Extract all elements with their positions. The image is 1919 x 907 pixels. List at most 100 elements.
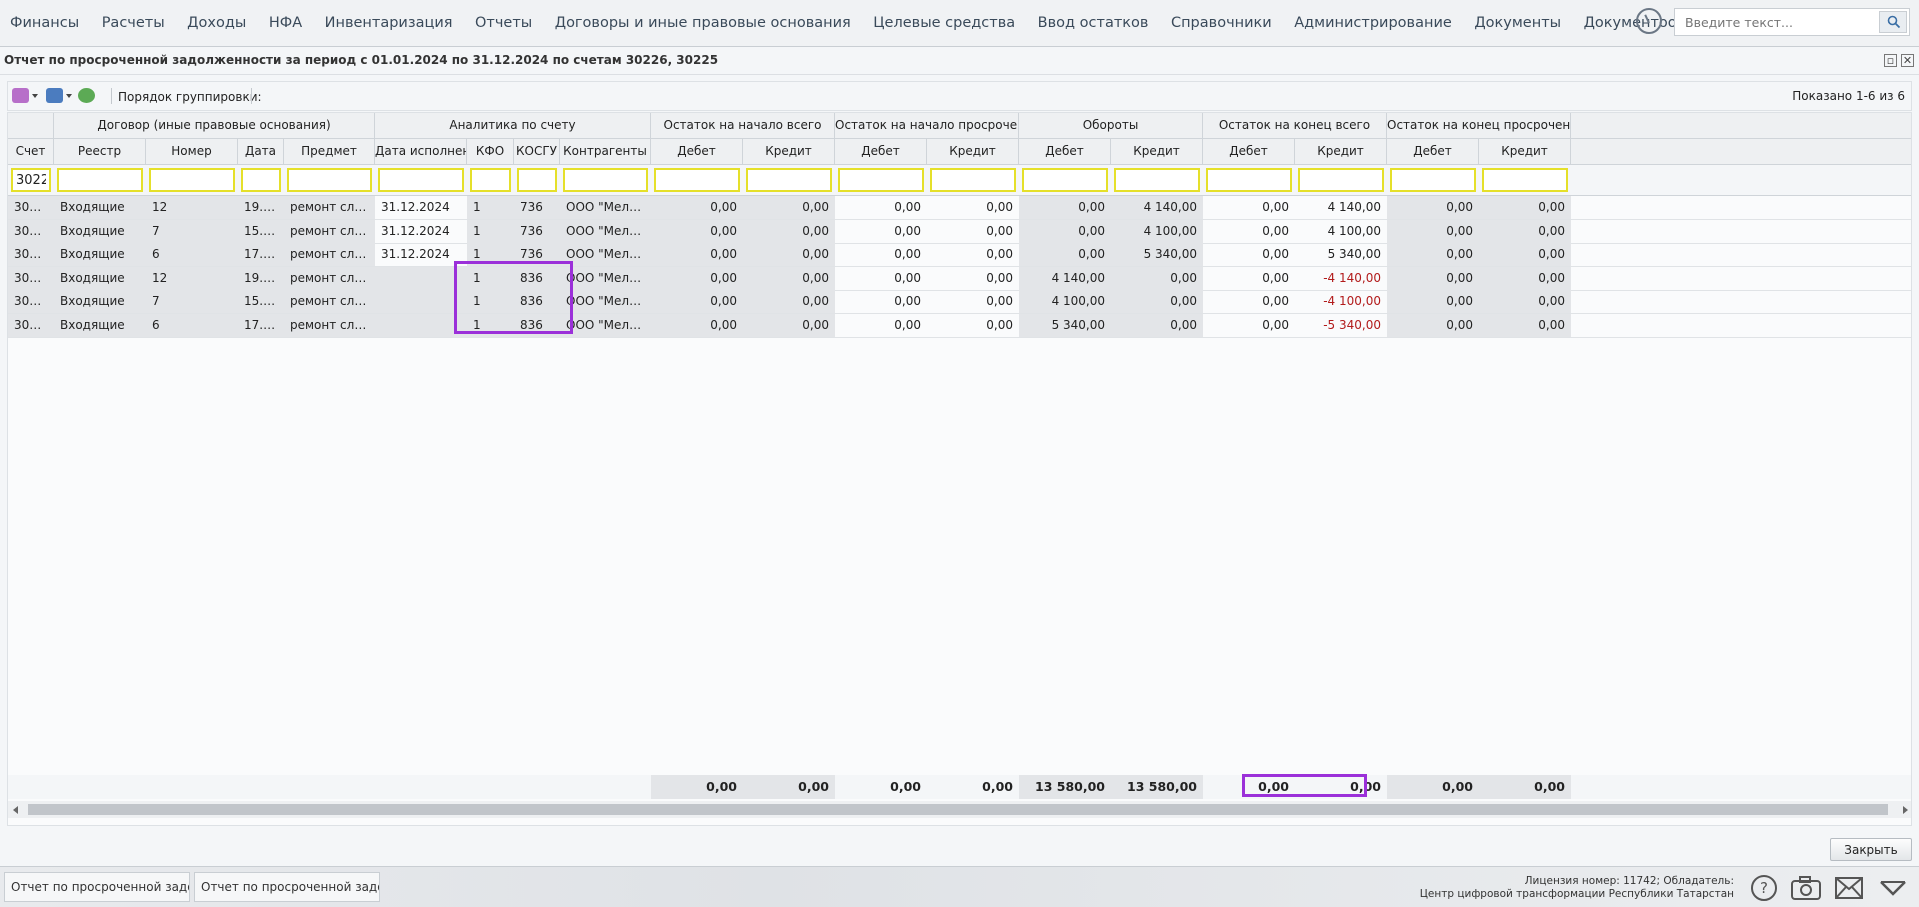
- column-filter-input[interactable]: [1390, 168, 1476, 192]
- column-header[interactable]: Дебет: [1387, 139, 1479, 164]
- column-header[interactable]: Предмет: [284, 139, 375, 164]
- column-header[interactable]: Реестр: [54, 139, 146, 164]
- total-cell: 13 580,00: [1111, 775, 1203, 799]
- menu-item[interactable]: Договоры и иные правовые основания: [555, 15, 851, 31]
- column-header[interactable]: Дебет: [1019, 139, 1111, 164]
- column-header[interactable]: Дата исполнения: [375, 139, 467, 164]
- filter-row: [8, 165, 1911, 196]
- column-filter-input[interactable]: [746, 168, 832, 192]
- search-button[interactable]: [1879, 11, 1907, 33]
- column-filter-input[interactable]: [470, 168, 511, 192]
- column-filter-input[interactable]: [838, 168, 924, 192]
- scrollbar-thumb[interactable]: [28, 804, 1888, 815]
- refresh-icon[interactable]: [78, 88, 95, 103]
- column-header[interactable]: Дата: [238, 139, 284, 164]
- menu-item[interactable]: НФА: [269, 15, 302, 31]
- menu-item[interactable]: Финансы: [10, 15, 79, 31]
- column-filter-input[interactable]: [1298, 168, 1384, 192]
- svg-text:?: ?: [1760, 879, 1768, 897]
- menu-item[interactable]: Инвентаризация: [325, 15, 453, 31]
- top-menu-bar: Финансы Расчеты Доходы НФА Инвентаризация Отч…: [0, 0, 1919, 47]
- horizontal-scrollbar[interactable]: [8, 801, 1911, 818]
- column-filter-input[interactable]: [1482, 168, 1568, 192]
- menu-item[interactable]: Целевые средства: [873, 15, 1015, 31]
- column-header[interactable]: КОСГУ: [514, 139, 560, 164]
- table-cell: 6: [146, 313, 238, 337]
- menu-item[interactable]: Администрирование: [1294, 15, 1452, 31]
- totals-row: 0,00 0,00 0,00 0,00 13 580,00 13 580,00 0,00 0,…: [8, 775, 1911, 799]
- column-header[interactable]: Дебет: [835, 139, 927, 164]
- table-cell: ООО "Мелиорат...: [560, 313, 651, 337]
- mail-icon[interactable]: [1834, 874, 1864, 902]
- table-cell: 0,00: [1111, 266, 1203, 290]
- column-filter-input[interactable]: [563, 168, 648, 192]
- column-filter-input[interactable]: [241, 168, 281, 192]
- restore-window-icon[interactable]: ▫: [1884, 54, 1897, 67]
- column-header[interactable]: Кредит: [1479, 139, 1571, 164]
- column-header[interactable]: КФО: [467, 139, 514, 164]
- column-header[interactable]: Дебет: [651, 139, 743, 164]
- table-cell: 0,00: [1387, 313, 1479, 337]
- column-filter-input[interactable]: [1022, 168, 1108, 192]
- menu-item[interactable]: Ввод остатков: [1038, 15, 1149, 31]
- table-cell: 0,00: [743, 219, 835, 243]
- table-cell: ООО "Мелиорат...: [560, 243, 651, 266]
- column-filter-input[interactable]: [1206, 168, 1292, 192]
- menu-item[interactable]: Справочники: [1171, 15, 1272, 31]
- column-filter-input[interactable]: [149, 168, 235, 192]
- column-filter-input[interactable]: [1114, 168, 1200, 192]
- header-group: Остаток на начало всего: [651, 113, 835, 138]
- menu-item[interactable]: Отчеты: [475, 15, 532, 31]
- column-header[interactable]: Кредит: [1111, 139, 1203, 164]
- chevron-down-icon[interactable]: [32, 94, 38, 98]
- column-filter-input[interactable]: [378, 168, 464, 192]
- settings-icon[interactable]: [12, 88, 29, 103]
- table-cell: 0,00: [651, 313, 743, 337]
- menu-item[interactable]: Доходы: [187, 15, 246, 31]
- clock-icon[interactable]: [1636, 8, 1662, 34]
- column-header[interactable]: Контрагенты: [560, 139, 651, 164]
- column-header[interactable]: Дебет: [1203, 139, 1295, 164]
- license-line: Лицензия номер: 11742; Обладатель:: [1524, 875, 1734, 887]
- menu-item[interactable]: Документы: [1474, 15, 1561, 31]
- chevron-down-icon[interactable]: [66, 94, 72, 98]
- task-tab[interactable]: Отчет по просроченной задо...: [4, 872, 190, 902]
- column-filter-input[interactable]: [287, 168, 372, 192]
- table-row[interactable]: 30225Входящие617.05....ремонт служеб...1…: [8, 313, 1911, 338]
- camera-icon[interactable]: [1790, 874, 1822, 902]
- close-window-icon[interactable]: ✕: [1901, 54, 1914, 67]
- table-cell: -5 340,00: [1323, 317, 1381, 332]
- search-input[interactable]: [1675, 9, 1895, 35]
- column-header[interactable]: Кредит: [927, 139, 1019, 164]
- column-header[interactable]: Кредит: [743, 139, 835, 164]
- main-menu: Финансы Расчеты Доходы НФА Инвентаризация Отч…: [10, 0, 1744, 46]
- table-cell: 0,00: [1387, 196, 1479, 219]
- table-row[interactable]: 30225Входящие1219.12....ремонт служеб...…: [8, 266, 1911, 291]
- grouping-order-label: Порядок группировки:: [118, 90, 262, 104]
- header-group: Остаток на конец всего: [1203, 113, 1387, 138]
- table-row[interactable]: 30225Входящие715.07....ремонт служеб... 3…: [8, 219, 1911, 244]
- task-tab[interactable]: Отчет по просроченной задо...: [194, 872, 380, 902]
- close-button[interactable]: Закрыть: [1830, 838, 1912, 861]
- print-icon[interactable]: [46, 88, 63, 103]
- column-filter-input[interactable]: [11, 168, 51, 192]
- collapse-down-icon[interactable]: [1878, 874, 1908, 902]
- table-cell: 17.05....: [238, 243, 284, 266]
- column-header[interactable]: Кредит: [1295, 139, 1387, 164]
- column-header[interactable]: Номер: [146, 139, 238, 164]
- menu-item[interactable]: Расчеты: [102, 15, 165, 31]
- column-filter-input[interactable]: [57, 168, 143, 192]
- table-row[interactable]: 30225Входящие715.07....ремонт служеб...1…: [8, 290, 1911, 314]
- table-cell: 5 340,00: [1019, 313, 1111, 337]
- table-cell: 17.05....: [238, 313, 284, 337]
- column-header[interactable]: Счет: [8, 139, 54, 164]
- scroll-left-icon[interactable]: [13, 806, 18, 814]
- table-row[interactable]: 30225Входящие1219.12....ремонт служеб...…: [8, 196, 1911, 220]
- column-filter-input[interactable]: [654, 168, 740, 192]
- table-cell: 4 140,00: [1019, 266, 1111, 290]
- column-filter-input[interactable]: [930, 168, 1016, 192]
- table-row[interactable]: 30225Входящие617.05....ремонт служеб...3…: [8, 243, 1911, 267]
- scroll-right-icon[interactable]: [1903, 806, 1908, 814]
- help-icon[interactable]: ?: [1750, 874, 1778, 902]
- column-filter-input[interactable]: [517, 168, 557, 192]
